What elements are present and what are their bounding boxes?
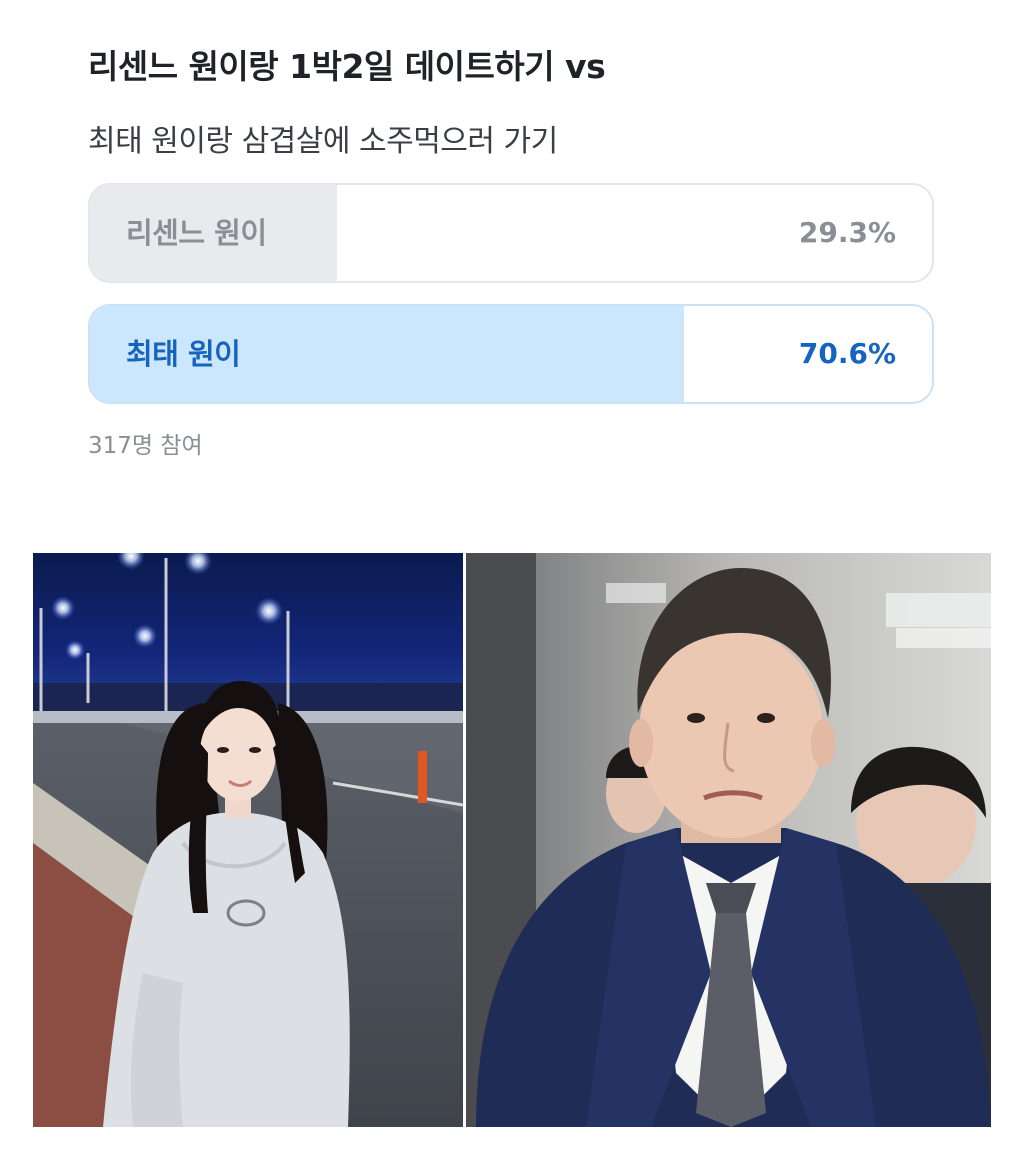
poll-option-1-percent: 29.3% [798,216,896,249]
poll-option-1[interactable]: 리센느 원이 29.3% [88,183,934,283]
photo-left-image [33,553,463,1127]
poll-option-1-label: 리센느 원이 [126,216,267,250]
photo-left [33,553,463,1127]
participant-count: 317명 참여 [88,433,203,459]
poll-option-2-label: 최태 원이 [126,337,241,371]
photo-right-image [466,553,991,1127]
poll-option-2[interactable]: 최태 원이 70.6% [88,304,934,404]
photo-right [466,553,991,1127]
poll-subtitle: 최태 원이랑 삼겹살에 소주먹으러 가기 [88,124,558,159]
poll-option-2-percent: 70.6% [798,337,896,370]
poll-title: 리센느 원이랑 1박2일 데이트하기 vs [88,47,606,86]
